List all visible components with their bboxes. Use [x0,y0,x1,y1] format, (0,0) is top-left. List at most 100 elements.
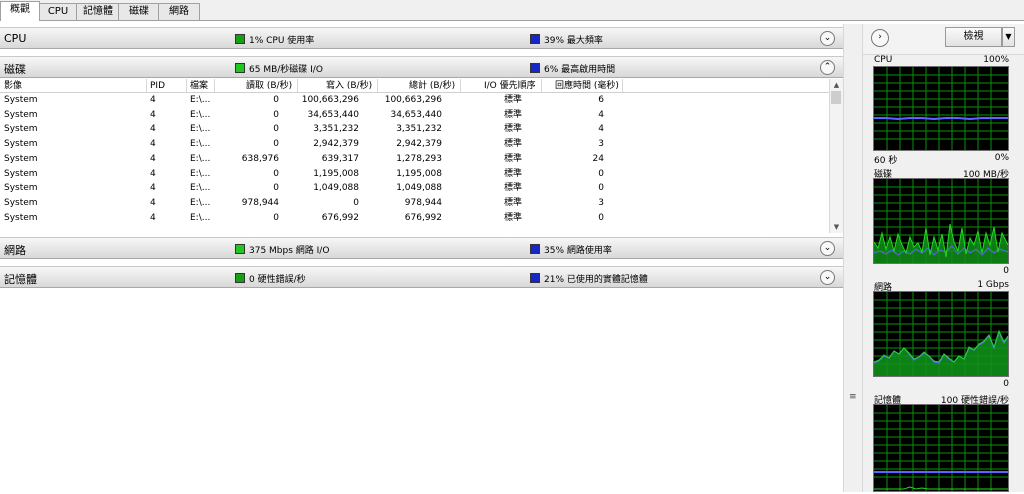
column-separator [460,79,461,92]
table-row[interactable]: System 4 E:\... 0 1,195,008 1,195,008 標準 0 [0,167,830,182]
table-cell: 34,653,440 [390,109,442,120]
table-cell: 978,944 [404,197,442,208]
cpu-frequency-text: 39% 最大頻率 [544,36,603,46]
table-cell: System [4,153,38,164]
scroll-thumb[interactable] [831,91,841,104]
panel-splitter[interactable]: ≡ [843,24,863,492]
section-title-network: 網路 [4,244,26,257]
physical-memory-metric: 21% 已使用的實體記憶體 [530,272,648,285]
physical-memory-text: 21% 已使用的實體記憶體 [544,275,648,285]
view-button[interactable]: 檢視 [945,27,1002,47]
hard-faults-swatch [235,273,245,283]
tab-disk-label: 磁碟 [129,6,149,17]
tab-overview[interactable]: 概觀 [0,1,40,21]
table-row[interactable]: System 4 E:\... 0 2,942,379 2,942,379 標準 3 [0,137,830,152]
section-title-memory: 記憶體 [4,273,37,286]
column-file[interactable]: 檔案 [190,80,208,92]
table-row[interactable]: System 4 E:\... 0 100,663,296 100,663,296 標準 6 [0,93,830,108]
column-image[interactable]: 影像 [4,80,22,92]
cpu-graph-svg [874,67,1008,150]
chevron-down-icon[interactable]: ⌄ [820,270,835,285]
table-row[interactable]: System 4 E:\... 0 34,653,440 34,653,440 標準 4 [0,108,830,123]
column-read[interactable]: 讀取 (B/秒) [246,80,292,92]
section-header-cpu[interactable]: CPU 1% CPU 使用率 39% 最大頻率 ⌄ [0,27,843,49]
table-cell: 4 [150,183,156,194]
table-cell: 0 [598,168,604,179]
disk-active-time-text: 6% 最高啟用時間 [544,65,616,75]
network-graph-min: 0 [1003,379,1009,389]
table-row[interactable]: System 4 E:\... 978,944 0 978,944 標準 3 [0,196,830,211]
table-cell: E:\... [190,109,211,120]
tab-cpu[interactable]: CPU [38,3,78,20]
column-separator [297,79,298,92]
disk-active-time-swatch [530,63,540,73]
table-row[interactable]: System 4 E:\... 0 3,351,232 3,351,232 標準 4 [0,122,830,137]
scroll-down-icon[interactable]: ▼ [830,221,843,233]
table-cell: 24 [592,153,604,164]
table-cell: System [4,212,38,223]
table-cell: E:\... [190,153,211,164]
tab-memory[interactable]: 記憶體 [76,3,120,20]
column-separator [541,79,542,92]
graphs-toolbar: › 檢視 ▼ [863,24,1024,55]
table-cell: 0 [273,168,279,179]
table-cell: 標準 [503,109,522,120]
scroll-up-icon[interactable]: ▲ [830,79,843,91]
chevron-up-icon[interactable]: ⌃ [820,60,835,75]
table-cell: 2,942,379 [313,139,359,150]
table-cell: E:\... [190,197,211,208]
tab-bar: 概觀 CPU 記憶體 磁碟 網路 [0,0,1024,21]
main-panel: CPU 1% CPU 使用率 39% 最大頻率 ⌄ 磁碟 65 MB/秒磁碟 I… [0,24,843,492]
view-dropdown-icon[interactable]: ▼ [1002,27,1015,47]
table-cell: 676,992 [321,212,359,223]
disk-io-text: 65 MB/秒磁碟 I/O [249,65,323,75]
column-response-time[interactable]: 回應時間 (毫秒) [555,80,619,92]
table-cell: 639,317 [321,153,359,164]
table-row[interactable]: System 4 E:\... 0 1,049,088 1,049,088 標準 0 [0,181,830,196]
cpu-usage-text: 1% CPU 使用率 [249,36,315,46]
cpu-graph [873,66,1009,151]
hard-faults-metric: 0 硬性錯誤/秒 [235,272,306,285]
table-cell: 0 [273,183,279,194]
table-cell: 標準 [503,95,522,105]
table-cell: 638,976 [241,153,279,164]
table-cell: 1,049,088 [313,183,359,194]
column-separator [146,79,147,92]
table-cell: E:\... [190,168,211,179]
chevron-right-icon[interactable]: › [871,29,889,47]
chevron-down-icon[interactable]: ⌄ [820,241,835,256]
table-cell: System [4,139,38,150]
table-cell: 4 [150,109,156,120]
table-cell: 標準 [503,139,522,150]
tab-network[interactable]: 網路 [158,3,200,20]
network-io-metric: 375 Mbps 網路 I/O [235,243,329,256]
column-separator [186,79,187,92]
section-header-memory[interactable]: 記憶體 0 硬性錯誤/秒 21% 已使用的實體記憶體 ⌄ [0,266,843,288]
splitter-grip-icon[interactable]: ≡ [849,392,857,402]
column-total[interactable]: 總計 (B/秒) [409,80,455,92]
table-cell: 0 [273,124,279,135]
tab-disk[interactable]: 磁碟 [118,3,160,20]
column-pid[interactable]: PID [150,80,165,92]
section-header-network[interactable]: 網路 375 Mbps 網路 I/O 35% 網路使用率 ⌄ [0,237,843,259]
section-header-disk[interactable]: 磁碟 65 MB/秒磁碟 I/O 6% 最高啟用時間 ⌃ [0,56,843,78]
table-row[interactable]: System 4 E:\... 0 676,992 676,992 標準 0 [0,211,830,226]
physical-memory-swatch [530,273,540,283]
cpu-metric-swatch [235,34,245,44]
table-cell: 0 [273,212,279,223]
chevron-down-icon[interactable]: ⌄ [820,31,835,46]
column-io-priority[interactable]: I/O 優先順序 [484,80,536,92]
column-separator [622,79,623,92]
table-cell: 6 [598,95,604,105]
table-cell: 1,195,008 [396,168,442,179]
table-row[interactable]: System 4 E:\... 638,976 639,317 1,278,293 標準 24 [0,152,830,167]
vertical-scrollbar[interactable]: ▲ ▼ [829,79,843,233]
table-cell: 34,653,440 [307,109,359,120]
table-cell: 標準 [503,197,522,208]
table-cell: 3,351,232 [396,124,442,135]
column-write[interactable]: 寫入 (B/秒) [326,80,372,92]
table-cell: 標準 [503,124,522,135]
network-io-swatch [235,244,245,254]
view-button-label: 檢視 [963,31,984,42]
table-cell: 4 [150,139,156,150]
